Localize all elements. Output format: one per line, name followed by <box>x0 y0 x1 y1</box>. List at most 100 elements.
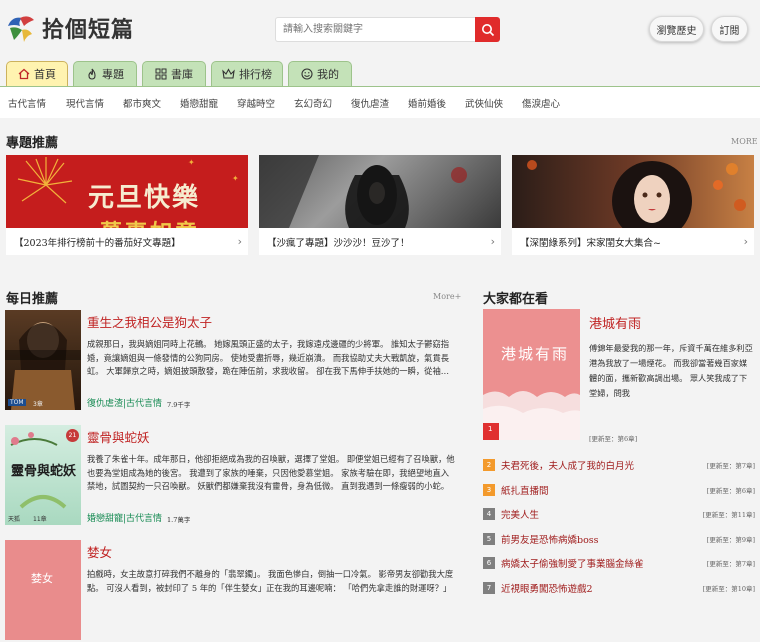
search-input[interactable] <box>275 17 475 42</box>
logo-text: 拾個短篇 <box>42 17 135 43</box>
ranking-item[interactable]: 5 前男友是恐怖病嬌boss [更新至：第9章] <box>483 527 755 552</box>
chevron-right-icon: › <box>237 235 242 248</box>
featured-image: ✦ ✦ 元旦快樂 萬事如意 <box>6 155 248 228</box>
featured-card[interactable]: ✦ ✦ 元旦快樂 萬事如意 【2023年排行榜前十的番茄好文專題】 › <box>6 155 248 255</box>
ranking-item-title[interactable]: 前男友是恐怖病嬌boss <box>501 532 599 546</box>
ranking-item[interactable]: 3 紙扎直播間 [更新至：第6章] <box>483 478 755 503</box>
history-button[interactable]: 瀏覽歷史 <box>649 16 704 42</box>
category-link[interactable]: 現代言情 <box>66 96 123 110</box>
book-description: 我養了朱雀十年。成年那日，他卻拒絕成為我的召喚獸，選擇了堂姐。 即便堂姐已經有了… <box>87 454 455 491</box>
ranking-item-title[interactable]: 夫君死後，夫人成了我的白月光 <box>501 458 634 472</box>
book-title[interactable]: 重生之我相公是狗太子 <box>87 312 212 331</box>
top-book-title[interactable]: 港城有雨 <box>589 313 641 332</box>
tab-label: 我的 <box>317 68 339 81</box>
search-icon <box>481 23 494 36</box>
ranking-item-title[interactable]: 病嬌太子偷強制愛了事業腦金絲雀 <box>501 556 644 570</box>
site-header: 拾個短篇 瀏覽歷史 訂閱 首頁 專題 書庫 <box>0 0 760 86</box>
ranking-item-update: [更新至：第7章] <box>706 462 755 471</box>
book-description: 拍戲時，女主故意打碎我們不離身的「翡翠鐲」。 我面色慘白，倒抽一口冷氣。 影帝男… <box>87 569 454 593</box>
category-link[interactable]: 傷淚虐心 <box>522 96 579 110</box>
tab-mine[interactable]: 我的 <box>288 61 352 86</box>
book-title[interactable]: 婪女 <box>87 542 112 561</box>
ranking-item[interactable]: 6 病嬌太子偷強制愛了事業腦金絲雀 [更新至：第7章] <box>483 551 755 576</box>
rank-number: 6 <box>483 557 495 570</box>
chevron-right-icon: › <box>743 235 748 248</box>
book-item[interactable]: 婪女 婪女 拍戲時，女主故意打碎我們不離身的「翡翠鐲」。 我面色慘白，倒抽一口冷… <box>5 540 460 642</box>
category-link[interactable]: 武俠仙俠 <box>465 96 522 110</box>
book-item[interactable]: 21 靈骨與蛇妖 天狐 11章 靈骨與蛇妖 我養了朱雀十年。成年那日，他卻拒絕成… <box>5 425 460 527</box>
cover-title-text: 婪女 <box>31 572 53 585</box>
tab-home[interactable]: 首頁 <box>6 61 68 86</box>
ranking-item[interactable]: 7 近視眼勇闖恐怖遊戲2 [更新至：第10章] <box>483 576 755 601</box>
book-cover[interactable]: 21 靈骨與蛇妖 天狐 11章 <box>5 425 81 525</box>
ranking-item-title[interactable]: 完美人生 <box>501 507 539 521</box>
chevron-right-icon: › <box>490 235 495 248</box>
featured-image <box>259 155 501 228</box>
ranking-item[interactable]: 2 夫君死後，夫人成了我的白月光 [更新至：第7章] <box>483 453 755 478</box>
daily-recommend-section: 每日推薦 More+ TOM 3章 重生之我相公是狗太子 成親那日，我與嫡姐同時… <box>0 285 461 640</box>
featured-caption: 【深閨綠系列】宋家閨女大集合~ › <box>512 228 754 255</box>
top-book-description: 傅錦年最愛我的那一年，斥資千萬在維多利亞港為我放了一場煙花。 而我卻當著幾百家媒… <box>589 343 753 398</box>
site-logo[interactable]: 拾個短篇 <box>6 12 134 44</box>
subscribe-button[interactable]: 訂閱 <box>711 16 748 42</box>
ranking-item-update: [更新至：第9章] <box>706 535 755 544</box>
crown-icon <box>222 68 235 80</box>
top-book-cover-text: 港城有雨 <box>501 345 570 363</box>
rank-number: 5 <box>483 532 495 545</box>
category-link[interactable]: 玄幻奇幻 <box>294 96 351 110</box>
featured-image-text: 元旦快樂 <box>88 183 201 213</box>
grid-icon <box>155 68 167 80</box>
featured-card[interactable]: 【深閨綠系列】宋家閨女大集合~ › <box>512 155 754 255</box>
tab-label: 首頁 <box>34 68 56 81</box>
book-category[interactable]: 婚戀甜寵|古代言情 <box>87 511 162 524</box>
featured-title: 專題推薦 <box>6 136 59 151</box>
featured-caption-text: 【深閨綠系列】宋家閨女大集合~ <box>520 237 661 249</box>
daily-more-link[interactable]: More+ <box>433 292 461 301</box>
ranking-item-update: [更新至：第10章] <box>702 584 755 593</box>
featured-image-text-2: 萬事如意 <box>100 215 200 228</box>
search-button[interactable] <box>475 17 500 42</box>
ranking-item-update: [更新至：第6章] <box>706 486 755 495</box>
top-book-cover[interactable]: 港城有雨 1 <box>483 309 580 440</box>
featured-caption-text: 【沙瘋了專題】沙沙沙！豆沙了！ <box>267 237 410 249</box>
tab-label: 專題 <box>102 68 124 81</box>
book-cover[interactable]: TOM 3章 <box>5 310 81 410</box>
rank-number: 2 <box>483 459 495 472</box>
ranking-item-title[interactable]: 近視眼勇闖恐怖遊戲2 <box>501 581 593 595</box>
book-description: 成親那日，我與嫡姐同時上花轎。 她嫁風頭正盛的太子，我嫁遠戍邊疆的少將軍。 誰知… <box>87 339 450 376</box>
category-link[interactable]: 古代言情 <box>8 96 66 110</box>
book-item[interactable]: TOM 3章 重生之我相公是狗太子 成親那日，我與嫡姐同時上花轎。 她嫁風頭正盛… <box>5 310 460 412</box>
book-title[interactable]: 靈骨與蛇妖 <box>87 427 150 446</box>
ranking-item[interactable]: 4 完美人生 [更新至：第11章] <box>483 502 755 527</box>
featured-more-link[interactable]: MORE <box>731 137 758 146</box>
svg-text:✦: ✦ <box>188 158 195 167</box>
flame-icon <box>86 68 98 80</box>
category-link[interactable]: 穿越時空 <box>237 96 294 110</box>
book-word-count: 7.9千字 <box>167 401 191 409</box>
category-link[interactable]: 婚戀甜寵 <box>180 96 237 110</box>
svg-text:✦: ✦ <box>232 174 239 183</box>
daily-title: 每日推薦 <box>6 292 59 307</box>
category-link[interactable]: 復仇虐渣 <box>351 96 408 110</box>
search-bar <box>275 17 500 42</box>
ranking-list: 2 夫君死後，夫人成了我的白月光 [更新至：第7章] 3 紙扎直播間 [更新至：… <box>483 453 755 600</box>
bird-logo-icon <box>6 12 36 44</box>
rank-number: 4 <box>483 508 495 521</box>
book-cover[interactable]: 婪女 <box>5 540 81 640</box>
tab-topics[interactable]: 專題 <box>73 61 137 86</box>
home-icon <box>18 68 30 80</box>
cover-title-text: 靈骨與蛇妖 <box>11 464 77 479</box>
category-link[interactable]: 婚前婚後 <box>408 96 465 110</box>
featured-caption: 【沙瘋了專題】沙沙沙！豆沙了！ › <box>259 228 501 255</box>
featured-caption: 【2023年排行榜前十的番茄好文專題】 › <box>6 228 248 255</box>
rank-number: 7 <box>483 581 495 594</box>
cover-badge-chapters: 11章 <box>33 516 47 523</box>
tab-library[interactable]: 書庫 <box>142 61 206 86</box>
category-link[interactable]: 都市爽文 <box>123 96 180 110</box>
tab-label: 排行榜 <box>239 68 272 81</box>
book-category[interactable]: 復仇虐渣|古代言情 <box>87 396 162 409</box>
category-bar: 古代言情 現代言情 都市爽文 婚戀甜寵 穿越時空 玄幻奇幻 復仇虐渣 婚前婚後 … <box>0 86 760 118</box>
ranking-item-title[interactable]: 紙扎直播間 <box>501 483 549 497</box>
tab-ranking[interactable]: 排行榜 <box>211 61 283 86</box>
featured-card[interactable]: 【沙瘋了專題】沙沙沙！豆沙了！ › <box>259 155 501 255</box>
